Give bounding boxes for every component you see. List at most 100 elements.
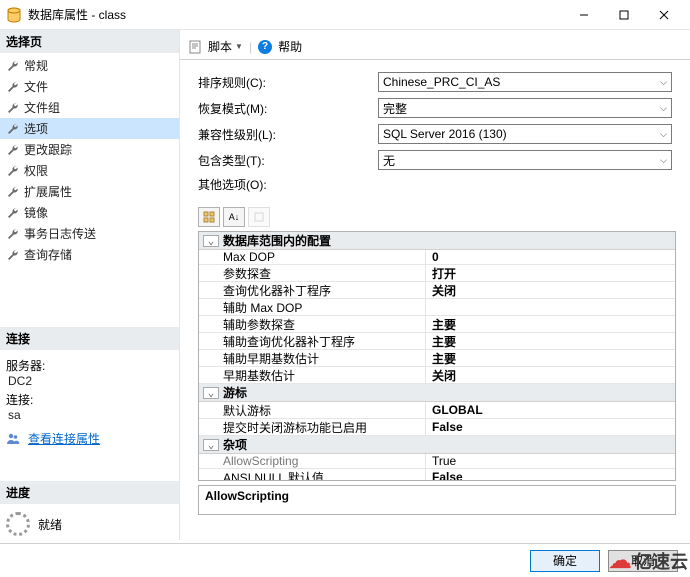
spinner-icon (6, 512, 30, 536)
sidebar-page-item[interactable]: 更改跟踪 (0, 139, 179, 160)
sidebar-page-item[interactable]: 文件 (0, 76, 179, 97)
sidebar-page-item[interactable]: 镜像 (0, 202, 179, 223)
sidebar-item-label: 事务日志传送 (24, 225, 96, 242)
property-row[interactable]: 辅助早期基数估计主要 (199, 350, 675, 367)
collation-label: 排序规则(C): (198, 74, 378, 91)
cancel-button[interactable]: 取消 (608, 550, 678, 572)
sidebar-page-item[interactable]: 常规 (0, 55, 179, 76)
sidebar-item-label: 常规 (24, 57, 48, 74)
content-toolbar: 脚本 ▼ | ? 帮助 (180, 34, 690, 60)
expander-icon[interactable]: ⌄ (203, 387, 219, 399)
property-value[interactable]: 0 (426, 250, 675, 264)
select-page-header: 选择页 (0, 30, 179, 53)
property-category-row[interactable]: ⌄ 杂项 (199, 436, 675, 454)
sidebar-item-label: 查询存储 (24, 246, 72, 263)
property-row[interactable]: 参数探查打开 (199, 265, 675, 282)
property-value[interactable]: 主要 (426, 350, 675, 366)
sidebar-item-label: 镜像 (24, 204, 48, 221)
compat-select[interactable]: SQL Server 2016 (130)⌵ (378, 124, 672, 144)
property-value[interactable]: 主要 (426, 316, 675, 332)
sidebar-page-item[interactable]: 事务日志传送 (0, 223, 179, 244)
property-pages-button (248, 207, 270, 227)
connection-header: 连接 (0, 327, 179, 350)
content-area: 脚本 ▼ | ? 帮助 排序规则(C): Chinese_PRC_CI_AS⌵ … (180, 30, 690, 540)
containment-label: 包含类型(T): (198, 152, 378, 169)
property-value[interactable]: 关闭 (426, 367, 675, 383)
wrench-icon (6, 59, 20, 73)
property-row[interactable]: 辅助参数探查主要 (199, 316, 675, 333)
property-value[interactable]: False (426, 469, 675, 481)
view-connection-properties-link[interactable]: 查看连接属性 (28, 430, 100, 447)
help-icon: ? (258, 40, 272, 54)
property-value[interactable] (426, 299, 675, 315)
compat-label: 兼容性级别(L): (198, 126, 378, 143)
chevron-down-icon: ⌵ (660, 103, 667, 114)
expander-icon[interactable]: ⌄ (203, 235, 219, 247)
property-row[interactable]: 提交时关闭游标功能已启用False (199, 419, 675, 436)
sidebar-page-item[interactable]: 文件组 (0, 97, 179, 118)
property-row[interactable]: AllowScriptingTrue (199, 454, 675, 469)
property-name: 查询优化器补丁程序 (199, 282, 426, 298)
wrench-icon (6, 143, 20, 157)
property-value[interactable]: GLOBAL (426, 402, 675, 418)
sidebar-page-item[interactable]: 权限 (0, 160, 179, 181)
recovery-label: 恢复模式(M): (198, 100, 378, 117)
people-icon (6, 432, 20, 446)
chevron-down-icon: ⌵ (660, 77, 667, 88)
help-button[interactable]: 帮助 (278, 38, 302, 55)
connection-info: 服务器: DC2 连接: sa 查看连接属性 (0, 350, 179, 451)
categorized-button[interactable] (198, 207, 220, 227)
property-category-row[interactable]: ⌄游标 (199, 384, 675, 402)
property-grid[interactable]: ⌄数据库范围内的配置Max DOP0参数探查打开查询优化器补丁程序关闭辅助 Ma… (198, 231, 676, 481)
sidebar-page-item[interactable]: 查询存储 (0, 244, 179, 265)
close-button[interactable] (644, 3, 684, 27)
sidebar-page-item[interactable]: 扩展属性 (0, 181, 179, 202)
progress-header: 进度 (0, 481, 179, 504)
property-name: 辅助 Max DOP (199, 299, 426, 315)
recovery-select[interactable]: 完整⌵ (378, 98, 672, 118)
property-row[interactable]: 早期基数估计关闭 (199, 367, 675, 384)
page-list: 常规文件文件组选项更改跟踪权限扩展属性镜像事务日志传送查询存储 (0, 53, 179, 267)
property-row[interactable]: 默认游标GLOBAL (199, 402, 675, 419)
dialog-footer: 确定 取消 (0, 543, 690, 577)
property-row[interactable]: 查询优化器补丁程序关闭 (199, 282, 675, 299)
main-area: 选择页 常规文件文件组选项更改跟踪权限扩展属性镜像事务日志传送查询存储 连接 服… (0, 30, 690, 540)
status-text: 就绪 (38, 516, 62, 533)
conn-label: 连接: (6, 391, 173, 408)
wrench-icon (6, 80, 20, 94)
window-title: 数据库属性 - class (28, 6, 564, 23)
property-row[interactable]: 辅助 Max DOP (199, 299, 675, 316)
wrench-icon (6, 227, 20, 241)
options-form: 排序规则(C): Chinese_PRC_CI_AS⌵ 恢复模式(M): 完整⌵… (180, 60, 690, 205)
property-row[interactable]: Max DOP0 (199, 250, 675, 265)
minimize-button[interactable] (564, 3, 604, 27)
wrench-icon (6, 164, 20, 178)
containment-select[interactable]: 无⌵ (378, 150, 672, 170)
property-name: 提交时关闭游标功能已启用 (199, 419, 426, 435)
alphabetical-button[interactable]: A↓ (223, 207, 245, 227)
collation-select[interactable]: Chinese_PRC_CI_AS⌵ (378, 72, 672, 92)
property-name: ANSI NULL 默认值 (199, 469, 426, 481)
sidebar-item-label: 扩展属性 (24, 183, 72, 200)
property-row[interactable]: ANSI NULL 默认值False (199, 469, 675, 481)
category-label: 数据库范围内的配置 (223, 232, 331, 249)
property-value[interactable]: False (426, 419, 675, 435)
maximize-button[interactable] (604, 3, 644, 27)
property-value[interactable]: 主要 (426, 333, 675, 349)
ok-button[interactable]: 确定 (530, 550, 600, 572)
property-value[interactable]: 打开 (426, 265, 675, 281)
script-dropdown[interactable]: 脚本 ▼ (208, 38, 243, 55)
property-grid-toolbar: A↓ (180, 205, 690, 229)
wrench-icon (6, 185, 20, 199)
property-name: 辅助参数探查 (199, 316, 426, 332)
other-options-label: 其他选项(O): (198, 176, 378, 193)
sidebar-page-item[interactable]: 选项 (0, 118, 179, 139)
category-label: 杂项 (223, 436, 247, 453)
wrench-icon (6, 101, 20, 115)
sidebar-item-label: 文件组 (24, 99, 60, 116)
expander-icon[interactable]: ⌄ (203, 439, 219, 451)
property-value[interactable]: 关闭 (426, 282, 675, 298)
property-value[interactable]: True (426, 454, 675, 468)
property-category-row[interactable]: ⌄ 数据库范围内的配置 (199, 232, 675, 250)
property-row[interactable]: 辅助查询优化器补丁程序主要 (199, 333, 675, 350)
